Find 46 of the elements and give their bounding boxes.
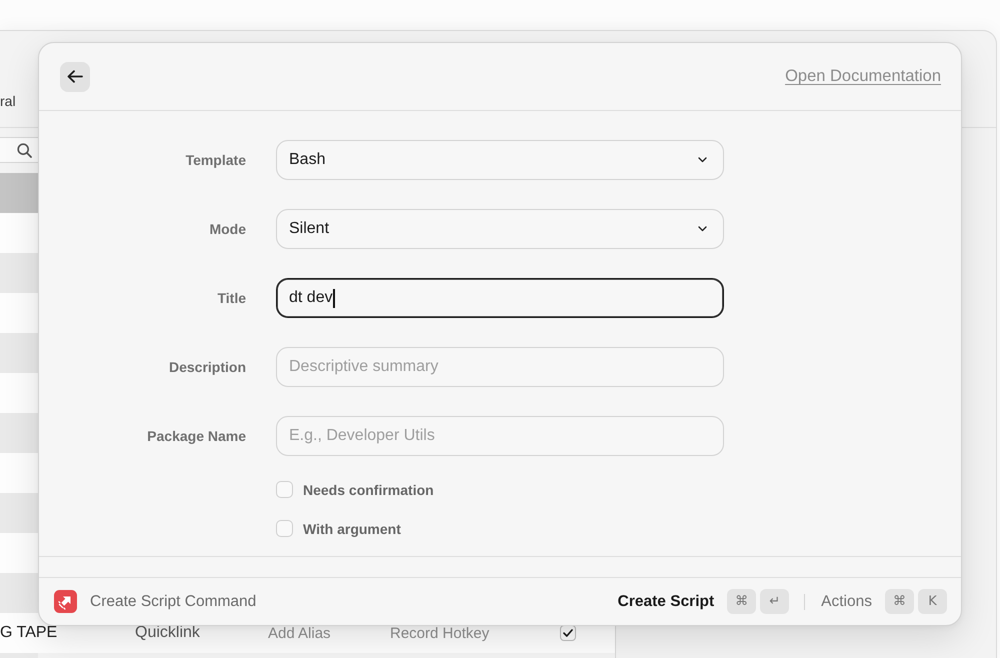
actions-button[interactable]: Actions: [821, 592, 872, 610]
list-row[interactable]: [0, 413, 38, 453]
shortcut-key: K: [918, 589, 947, 614]
shortcut-key: ↵: [760, 589, 790, 614]
tab-label[interactable]: ral: [0, 93, 16, 109]
checkbox-label: With argument: [303, 520, 401, 536]
back-arrow-icon: [67, 70, 83, 83]
text-field[interactable]: dt dev: [276, 278, 724, 318]
list-row[interactable]: [0, 453, 38, 493]
footer-title: Create Script Command: [90, 592, 256, 610]
field-label: Description: [168, 359, 246, 375]
list-row[interactable]: [0, 213, 38, 253]
shortcut-key: ⌘: [885, 589, 914, 614]
list-row[interactable]: [0, 173, 38, 213]
text-cursor-icon: [332, 288, 335, 308]
checkbox[interactable]: [276, 481, 293, 498]
checkbox[interactable]: [276, 520, 293, 537]
shortcut-key: ⌘: [727, 589, 756, 614]
field-label: Title: [216, 290, 246, 306]
logo-icon: [54, 590, 77, 613]
chevron-down-icon: [698, 226, 707, 232]
back-button[interactable]: [60, 62, 90, 92]
table-cell-text: G TAPE: [0, 624, 58, 642]
table-cell-text: Quicklink: [135, 624, 201, 642]
list-row[interactable]: [0, 253, 38, 293]
checkbox[interactable]: [560, 625, 576, 641]
table-cell-text: Add Alias: [268, 624, 332, 642]
list-row[interactable]: [0, 573, 38, 613]
field-label: Package Name: [146, 428, 246, 444]
list-row[interactable]: [0, 493, 38, 533]
list-row[interactable]: [0, 533, 38, 573]
chevron-down-icon: [698, 157, 707, 163]
list-row[interactable]: [0, 333, 38, 373]
text-field[interactable]: E.g., Developer Utils: [276, 416, 724, 456]
table-cell-text: Record Hotkey: [390, 624, 490, 642]
checkmark-icon: [563, 629, 573, 637]
field-label: Template: [184, 152, 246, 168]
checkbox-label: Needs confirmation: [303, 482, 434, 498]
dropdown[interactable]: Silent: [276, 209, 724, 249]
text-field[interactable]: Descriptive summary: [276, 347, 724, 387]
field-label: Mode: [208, 221, 246, 237]
search-icon: [17, 142, 32, 158]
list-row[interactable]: [0, 373, 38, 413]
dropdown[interactable]: Bash: [276, 140, 724, 180]
list-row[interactable]: [0, 293, 38, 333]
primary-action-button[interactable]: Create Script: [618, 592, 714, 610]
